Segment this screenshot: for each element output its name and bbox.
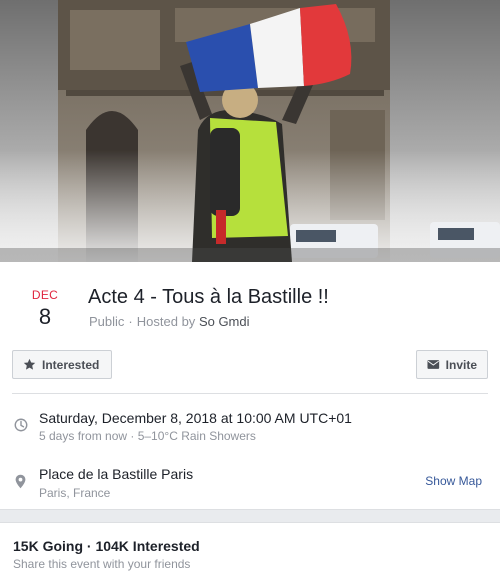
event-time-row: Saturday, December 8, 2018 at 10:00 AM U… [0,408,500,448]
event-place[interactable]: Place de la Bastille Paris [39,466,193,482]
invite-button[interactable]: Invite [416,350,488,379]
cover-photo-image [0,0,500,262]
event-datetime: Saturday, December 8, 2018 at 10:00 AM U… [39,410,352,426]
interested-label: Interested [42,357,100,372]
event-title: Acte 4 - Tous à la Bastille !! [88,286,329,308]
event-location-row: Place de la Bastille Paris Paris, France… [0,464,500,504]
card-divider [12,393,488,394]
star-icon [23,358,36,370]
event-date-block: DEC 8 [26,288,64,330]
map-pin-icon [15,474,26,489]
event-attendance-summary[interactable]: 15K Going · 104K Interested [13,538,200,554]
event-day: 8 [38,304,52,329]
event-meta: Public · Hosted by So Gmdi [89,314,250,329]
share-event-prompt[interactable]: Share this event with your friends [13,557,190,571]
clock-icon [14,418,28,432]
show-map-link[interactable]: Show Map [425,474,482,488]
event-place-sub: Paris, France [39,486,111,500]
envelope-icon [427,360,440,369]
hosted-by-label: Hosted by [136,314,196,329]
event-datetime-sub: 5 days from now · 5–10°C Rain Showers [39,429,256,443]
meta-separator: · [128,314,133,329]
invite-label: Invite [445,357,477,372]
event-header-card: DEC 8 Acte 4 - Tous à la Bastille !! Pub… [0,262,500,510]
event-cover-photo[interactable] [0,0,500,262]
interested-button[interactable]: Interested [12,350,112,379]
event-stats-card: 15K Going · 104K Interested Share this e… [0,522,500,579]
event-host-link[interactable]: So Gmdi [199,314,250,329]
event-privacy: Public [89,314,125,329]
event-month: DEC [31,288,59,302]
